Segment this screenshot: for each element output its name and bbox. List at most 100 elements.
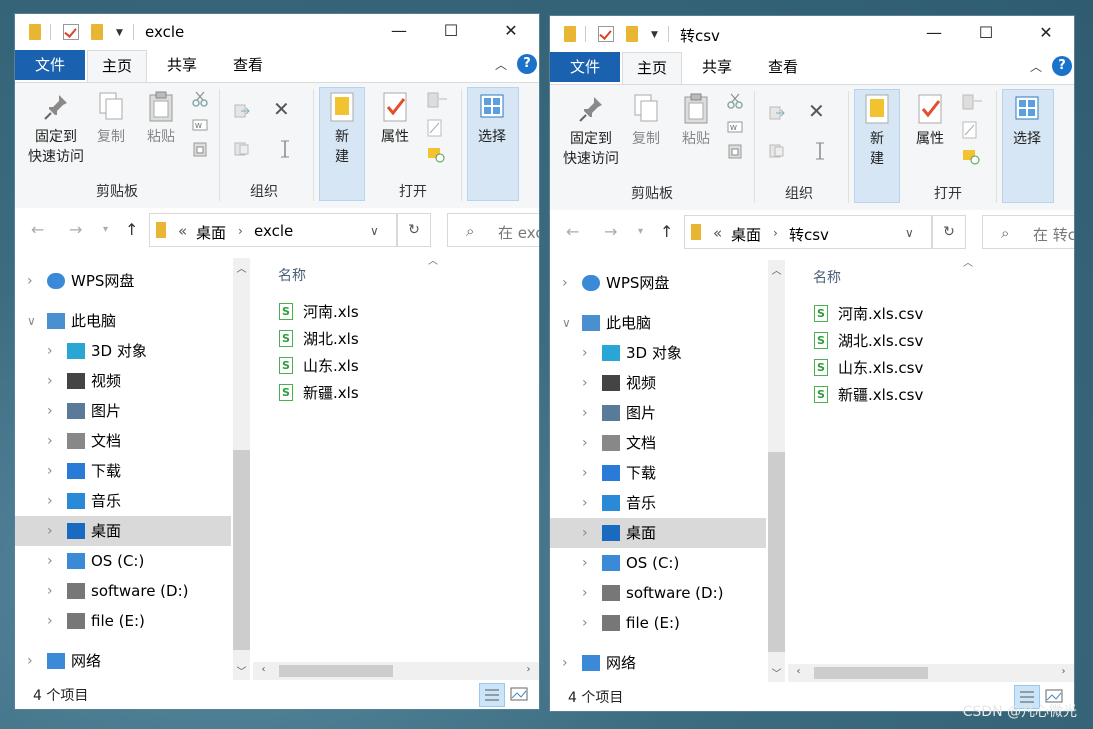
scroll-up-icon[interactable]: ︿ <box>768 262 785 277</box>
breadcrumb-desktop[interactable]: 桌面 <box>731 224 761 245</box>
horizontal-scroll-thumb[interactable] <box>279 665 393 677</box>
minimize-button[interactable]: — <box>387 20 411 42</box>
paste-shortcut-icon[interactable] <box>192 141 208 157</box>
nav-item-desktop[interactable]: › 桌面 <box>550 518 766 548</box>
address-box[interactable]: « 桌面 › 转csv ∨ <box>684 215 932 249</box>
breadcrumb-desktop[interactable]: 桌面 <box>196 222 226 243</box>
new-button[interactable]: 新 建 <box>858 93 896 169</box>
expand-icon[interactable]: › <box>582 488 588 518</box>
nav-item-documents[interactable]: › 文档 <box>15 426 231 456</box>
address-box[interactable]: « 桌面 › excle ∨ <box>149 213 397 247</box>
refresh-button[interactable]: ↻ <box>397 213 431 247</box>
breadcrumb-current[interactable]: excle <box>254 222 293 240</box>
scroll-down-icon[interactable]: ﹀ <box>233 663 250 678</box>
forward-icon[interactable]: → <box>604 222 617 241</box>
expand-icon[interactable]: › <box>27 266 33 296</box>
horizontal-scrollbar[interactable]: ‹ › <box>788 664 1074 682</box>
maximize-button[interactable]: ☐ <box>439 20 463 42</box>
scroll-thumb[interactable] <box>768 452 785 652</box>
collapse-ribbon-icon[interactable]: ︿ <box>495 56 507 73</box>
rename-icon[interactable] <box>277 139 293 158</box>
horizontal-scroll-thumb[interactable] <box>814 667 928 679</box>
properties-quick-icon[interactable] <box>63 24 79 40</box>
tab-share[interactable]: 共享 <box>688 52 746 83</box>
expand-icon[interactable]: › <box>47 576 53 606</box>
delete-icon[interactable]: ✕ <box>808 101 825 121</box>
recent-locations-icon[interactable]: ▾ <box>103 224 108 235</box>
search-input[interactable]: ⌕ 在 exc <box>447 213 539 247</box>
edit-icon[interactable] <box>427 119 443 137</box>
back-icon[interactable]: ← <box>31 220 44 239</box>
tab-view[interactable]: 查看 <box>219 50 277 81</box>
customize-toolbar-icon[interactable]: ▼ <box>651 30 658 40</box>
expand-icon[interactable]: › <box>47 366 53 396</box>
large-icons-view-icon[interactable] <box>507 683 533 707</box>
nav-item-e[interactable]: › file (E:) <box>550 608 766 638</box>
expand-icon[interactable]: › <box>27 646 33 676</box>
expand-icon[interactable]: › <box>582 548 588 578</box>
nav-item-c[interactable]: › OS (C:) <box>15 546 231 576</box>
minimize-button[interactable]: — <box>922 22 946 44</box>
nav-item-wps[interactable]: › WPS网盘 <box>15 266 231 296</box>
nav-item-downloads[interactable]: › 下载 <box>550 458 766 488</box>
up-icon[interactable]: ↑ <box>660 222 673 241</box>
expand-icon[interactable]: › <box>562 648 568 678</box>
nav-item-music[interactable]: › 音乐 <box>15 486 231 516</box>
paste-button[interactable]: 粘贴 <box>143 91 179 147</box>
move-to-icon[interactable] <box>233 103 250 119</box>
expand-icon[interactable]: › <box>47 426 53 456</box>
scroll-down-icon[interactable]: ﹀ <box>768 665 785 680</box>
maximize-button[interactable]: ☐ <box>974 22 998 44</box>
horizontal-scrollbar[interactable]: ‹ › <box>253 662 539 680</box>
details-view-icon[interactable] <box>479 683 505 707</box>
expand-icon[interactable]: › <box>47 396 53 426</box>
refresh-button[interactable]: ↻ <box>932 215 966 249</box>
copy-button[interactable]: 复制 <box>93 91 129 147</box>
expand-icon[interactable]: › <box>47 486 53 516</box>
nav-item-this-pc[interactable]: ∨ 此电脑 <box>550 308 766 338</box>
new-folder-quick-icon[interactable] <box>626 26 638 42</box>
tab-home[interactable]: 主页 <box>622 52 683 85</box>
expand-icon[interactable]: › <box>582 428 588 458</box>
search-input[interactable]: ⌕ 在 转c <box>982 215 1074 249</box>
scroll-thumb[interactable] <box>233 450 250 650</box>
delete-icon[interactable]: ✕ <box>273 99 290 119</box>
customize-toolbar-icon[interactable]: ▼ <box>116 28 123 38</box>
nav-item-this-pc[interactable]: ∨ 此电脑 <box>15 306 231 336</box>
paste-button[interactable]: 粘贴 <box>678 93 714 149</box>
nav-vertical-scrollbar[interactable]: ︿ ﹀ <box>768 260 785 682</box>
new-button[interactable]: 新 建 <box>323 91 361 167</box>
copy-to-icon[interactable] <box>233 141 249 157</box>
scroll-right-icon[interactable]: › <box>1055 666 1072 677</box>
copy-path-icon[interactable]: W <box>727 119 743 135</box>
nav-item-downloads[interactable]: › 下载 <box>15 456 231 486</box>
address-dropdown-icon[interactable]: ∨ <box>370 224 379 238</box>
collapse-ribbon-icon[interactable]: ︿ <box>1030 58 1042 75</box>
nav-item-network[interactable]: › 网络 <box>15 646 231 676</box>
nav-item-network[interactable]: › 网络 <box>550 648 766 678</box>
column-header-name[interactable]: 名称 <box>813 267 841 287</box>
expand-icon[interactable]: › <box>582 578 588 608</box>
address-dropdown-icon[interactable]: ∨ <box>905 226 914 240</box>
nav-item-pictures[interactable]: › 图片 <box>550 398 766 428</box>
history-icon[interactable] <box>427 145 445 163</box>
nav-item-pictures[interactable]: › 图片 <box>15 396 231 426</box>
up-icon[interactable]: ↑ <box>125 220 138 239</box>
cut-icon[interactable] <box>192 91 208 107</box>
history-icon[interactable] <box>962 147 980 165</box>
nav-item-wps[interactable]: › WPS网盘 <box>550 268 766 298</box>
scroll-up-icon[interactable]: ︿ <box>233 260 250 275</box>
expand-icon[interactable]: › <box>47 546 53 576</box>
expand-icon[interactable]: › <box>47 456 53 486</box>
copy-button[interactable]: 复制 <box>628 93 664 149</box>
scroll-left-icon[interactable]: ‹ <box>790 666 807 677</box>
breadcrumb-overflow[interactable]: « <box>713 224 722 242</box>
expand-icon[interactable]: › <box>582 368 588 398</box>
breadcrumb-overflow[interactable]: « <box>178 222 187 240</box>
nav-item-d[interactable]: › software (D:) <box>550 578 766 608</box>
recent-locations-icon[interactable]: ▾ <box>638 226 643 237</box>
tab-file[interactable]: 文件 <box>550 52 620 82</box>
tab-file[interactable]: 文件 <box>15 50 85 80</box>
nav-item-c[interactable]: › OS (C:) <box>550 548 766 578</box>
nav-item-desktop[interactable]: › 桌面 <box>15 516 231 546</box>
